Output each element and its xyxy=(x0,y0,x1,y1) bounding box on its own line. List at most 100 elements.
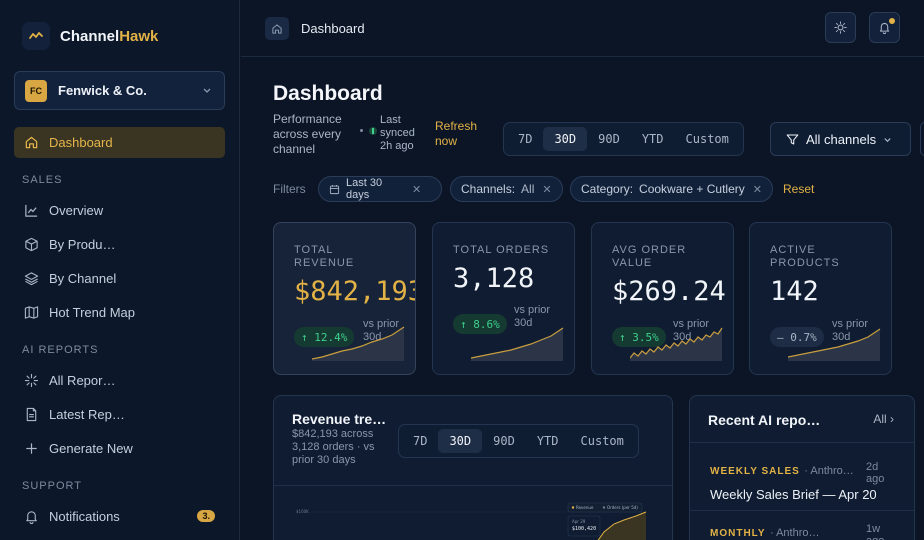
brand-name: ChannelHawk xyxy=(60,27,159,45)
brand[interactable]: ChannelHawk xyxy=(22,22,158,50)
sun-icon xyxy=(834,21,847,34)
sidebar-item-label: By Produ… xyxy=(49,237,116,252)
kpi-label: ACTIVE PRODUCTS xyxy=(770,244,840,269)
kpi-sparkline xyxy=(312,326,405,361)
report-item[interactable]: MONTHLY · Anthro… 1w ago xyxy=(710,523,896,540)
sidebar-item-overview[interactable]: Overview xyxy=(14,195,225,226)
sidebar-item-all-reports[interactable]: All Repor… xyxy=(14,365,225,396)
panel-title: Revenue tre… xyxy=(292,411,387,427)
range-30d[interactable]: 30D xyxy=(438,429,483,453)
topbar: Dashboard xyxy=(241,0,924,57)
range-7d[interactable]: 7D xyxy=(507,127,543,151)
filter-chip-category[interactable]: Category: Cookware + Cutlery ✕ xyxy=(570,176,773,202)
kpi-label: AVG ORDER VALUE xyxy=(612,244,687,269)
range-ytd[interactable]: YTD xyxy=(631,127,675,151)
unread-dot xyxy=(889,18,895,24)
sidebar-item-label: Overview xyxy=(49,203,104,218)
close-icon[interactable]: ✕ xyxy=(542,183,551,196)
calendar-icon xyxy=(329,184,340,194)
kpi-sparkline xyxy=(471,327,564,361)
range-7d[interactable]: 7D xyxy=(402,429,438,453)
panel-subtitle: $842,193 across 3,128 orders · vs prior … xyxy=(292,428,375,466)
legend-label: Orders (per 5d) xyxy=(607,505,638,510)
home-button[interactable] xyxy=(265,17,289,40)
recent-ai-reports-panel: Recent AI repo… All › WEEKLY SALES · Ant… xyxy=(689,395,915,540)
workspace-name: Fenwick & Co. xyxy=(58,83,147,98)
nav-section-support: SUPPORT xyxy=(22,480,82,492)
kpi-value: 3,128 xyxy=(453,263,535,294)
report-tag: MONTHLY xyxy=(710,528,766,539)
divider xyxy=(690,442,914,443)
kpi-label: TOTAL ORDERS xyxy=(453,244,550,256)
filter-chip-date[interactable]: Last 30 days ✕ xyxy=(318,176,442,202)
overflow-action-button[interactable] xyxy=(920,122,924,156)
kpi-card-total-orders[interactable]: TOTAL ORDERS 3,128 ↑ 8.6% vs prior 30d xyxy=(432,222,575,375)
sidebar-item-latest-report[interactable]: Latest Rep… xyxy=(14,399,225,430)
theme-toggle-button[interactable] xyxy=(825,12,856,43)
legend-swatch-orders xyxy=(602,506,606,509)
filter-chip-value: All xyxy=(521,182,535,196)
range-ytd[interactable]: YTD xyxy=(526,429,570,453)
sidebar-item-label: Generate New xyxy=(49,441,133,456)
kpi-value: $269.24 xyxy=(612,276,726,307)
close-icon[interactable]: ✕ xyxy=(753,183,762,196)
range-selector: 7D 30D 90D YTD Custom xyxy=(503,122,744,156)
chevron-right-icon: › xyxy=(890,412,894,426)
page-subtitle: Performance across every channel xyxy=(273,112,342,156)
home-icon xyxy=(23,135,39,151)
sidebar-item-by-product[interactable]: By Produ… xyxy=(14,229,225,260)
range-90d[interactable]: 90D xyxy=(587,127,631,151)
notification-count-badge: 3. xyxy=(197,510,215,522)
filter-icon xyxy=(786,134,799,144)
report-item[interactable]: WEEKLY SALES · Anthro… 2d ago Weekly Sal… xyxy=(710,461,896,502)
range-30d[interactable]: 30D xyxy=(543,127,588,151)
box-icon xyxy=(23,237,39,253)
layers-icon xyxy=(23,271,39,287)
hawk-logo-icon xyxy=(22,22,50,50)
bell-icon xyxy=(23,509,39,525)
sidebar-item-generate-new[interactable]: Generate New xyxy=(14,433,225,464)
channel-filter-dropdown[interactable]: All channels xyxy=(770,122,911,156)
sidebar-item-label: By Channel xyxy=(49,271,117,286)
sidebar-item-dashboard[interactable]: Dashboard xyxy=(14,127,225,158)
report-name: Weekly Sales Brief — Apr 20 xyxy=(710,487,877,502)
filter-chip-value: Cookware + Cutlery xyxy=(639,182,745,196)
range-90d[interactable]: 90D xyxy=(482,429,526,453)
chart-line-icon xyxy=(23,203,39,219)
report-time: 2d ago xyxy=(866,461,885,485)
kpi-card-total-revenue[interactable]: TOTAL REVENUE $842,193 ↑ 12.4% vs prior … xyxy=(273,222,416,375)
kpi-sparkline xyxy=(788,328,881,361)
legend-swatch-revenue xyxy=(571,506,575,509)
divider xyxy=(690,510,914,511)
y-axis-tick: $160K xyxy=(296,509,309,514)
workspace-avatar: FC xyxy=(25,79,47,102)
view-all-reports-link[interactable]: All › xyxy=(873,412,894,426)
notifications-button[interactable] xyxy=(869,12,900,43)
separator-dot xyxy=(360,129,363,132)
range-custom[interactable]: Custom xyxy=(570,429,635,453)
sidebar-item-hot-trend-map[interactable]: Hot Trend Map xyxy=(14,297,225,328)
kpi-card-active-products[interactable]: ACTIVE PRODUCTS 142 – 0.7% vs prior 30d xyxy=(749,222,892,375)
page-title: Dashboard xyxy=(273,82,383,105)
kpi-card-avg-order-value[interactable]: AVG ORDER VALUE $269.24 ↑ 3.5% vs prior … xyxy=(591,222,734,375)
reset-filters-link[interactable]: Reset xyxy=(783,182,814,196)
sidebar-item-by-channel[interactable]: By Channel xyxy=(14,263,225,294)
sidebar-item-label: Hot Trend Map xyxy=(49,305,135,320)
kpi-value: 142 xyxy=(770,276,819,307)
plus-icon xyxy=(23,441,39,457)
filter-chip-key: Category: xyxy=(581,182,634,196)
revenue-trend-panel: Revenue tre… $842,193 across 3,128 order… xyxy=(273,395,673,540)
range-custom[interactable]: Custom xyxy=(675,127,740,151)
sidebar-item-label: Dashboard xyxy=(49,135,113,150)
close-icon[interactable]: ✕ xyxy=(412,183,421,196)
filter-chip-channels[interactable]: Channels: All ✕ xyxy=(450,176,563,202)
sidebar-item-notifications[interactable]: Notifications 3. xyxy=(14,501,225,532)
report-source: · Anthro… xyxy=(804,465,854,477)
refresh-now-link[interactable]: Refresh now xyxy=(435,119,493,149)
sidebar-item-label: Latest Rep… xyxy=(49,407,125,422)
workspace-switcher[interactable]: FC Fenwick & Co. xyxy=(14,71,225,110)
filter-chip-label: Last 30 days xyxy=(346,177,383,201)
nav-section-ai-reports: AI REPORTS xyxy=(22,344,99,356)
panel-title: Recent AI repo… xyxy=(708,412,821,428)
kpi-sparkline xyxy=(630,327,723,361)
